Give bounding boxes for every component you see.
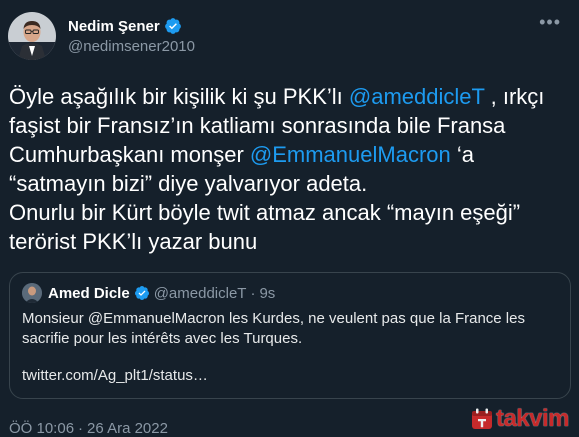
quoted-timestamp[interactable]: 9s xyxy=(259,285,275,302)
tweet-header: Nedim Şener @nedimsener2010 ••• xyxy=(8,10,563,62)
quoted-tweet-link[interactable]: twitter.com/Ag_plt1/status… xyxy=(22,367,558,384)
tweet-card: Nedim Şener @nedimsener2010 ••• Öyle aşa… xyxy=(0,0,579,437)
author-handle[interactable]: @nedimsener2010 xyxy=(68,38,195,55)
quoted-tweet[interactable]: Amed Dicle @ameddicleT · 9s Monsieur @Em… xyxy=(9,272,571,399)
quoted-tweet-header: Amed Dicle @ameddicleT · 9s xyxy=(22,283,558,303)
author-name[interactable]: Nedim Şener xyxy=(68,18,160,35)
tweet-text-part: Öyle aşağılık bir kişilik ki şu PKK’lı xyxy=(9,84,349,109)
more-horizontal-icon[interactable]: ••• xyxy=(539,13,561,31)
quoted-tweet-text: Monsieur @EmmanuelMacron les Kurdes, ne … xyxy=(22,310,525,347)
author-avatar[interactable] xyxy=(8,12,56,60)
takvim-watermark: takvim xyxy=(471,405,570,433)
mention-emmanuelmacron[interactable]: @EmmanuelMacron xyxy=(250,142,451,167)
quoted-author-name[interactable]: Amed Dicle xyxy=(48,285,130,302)
tweet-time[interactable]: ÖÖ 10:06 xyxy=(9,420,74,437)
watermark-text: takvim xyxy=(495,405,570,432)
tweet-text: Öyle aşağılık bir kişilik ki şu PKK’lı @… xyxy=(8,82,563,256)
verified-badge-icon xyxy=(134,285,150,301)
author-info: Nedim Şener @nedimsener2010 xyxy=(68,17,195,56)
takvim-logo-icon xyxy=(471,408,493,430)
quoted-author-handle[interactable]: @ameddicleT xyxy=(154,285,247,302)
tweet-date[interactable]: 26 Ara 2022 xyxy=(87,420,168,437)
quoted-separator: · xyxy=(250,284,256,302)
tweet-text-part: Onurlu bir Kürt böyle twit atmaz ancak “… xyxy=(9,200,521,254)
author-name-row: Nedim Şener xyxy=(68,17,195,35)
quoted-author-avatar[interactable] xyxy=(22,283,42,303)
meta-separator: · xyxy=(78,420,84,437)
verified-badge-icon xyxy=(164,17,182,35)
mention-ameddiclet[interactable]: @ameddicleT xyxy=(349,84,485,109)
